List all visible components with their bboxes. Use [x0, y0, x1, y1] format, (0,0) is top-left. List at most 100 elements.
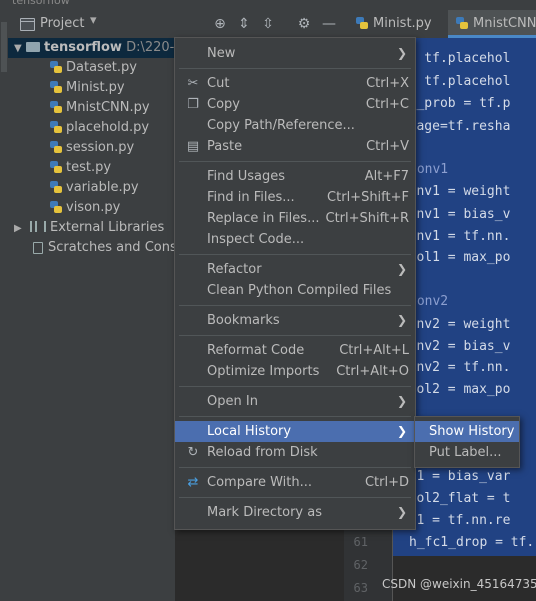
submenu-arrow-icon: ❯ — [396, 262, 407, 276]
menu-item-copy-path[interactable]: Copy Path/Reference... — [175, 115, 415, 136]
context-menu: New ❯ ✂ Cut Ctrl+X ❐ Copy Ctrl+C Copy Path/Re… — [174, 37, 416, 530]
tree-file-item[interactable]: variable.py — [50, 178, 139, 198]
scissors-icon: ✂ — [187, 76, 199, 91]
minimize-icon[interactable]: — — [320, 15, 338, 33]
file-name: session.py — [66, 140, 135, 155]
menu-separator — [179, 68, 411, 69]
python-file-icon — [50, 200, 62, 213]
menu-item-replace-in-files[interactable]: Replace in Files... Ctrl+Shift+R — [175, 208, 415, 229]
python-file-icon — [50, 80, 62, 93]
line-number: 61 — [353, 535, 368, 549]
scratches-icon — [32, 241, 44, 254]
menu-item-optimize-imports[interactable]: Optimize Imports Ctrl+Alt+O — [175, 361, 415, 382]
menu-item-label: Clean Python Compiled Files — [207, 283, 392, 298]
project-panel-title[interactable]: Project — [40, 16, 84, 31]
tab-mnistcnn[interactable]: MnistCNN — [448, 10, 536, 38]
menu-item-refactor[interactable]: Refactor ❯ — [175, 259, 415, 280]
tree-external-libraries[interactable]: ▶ External Libraries — [14, 218, 164, 238]
external-libraries-label: External Libraries — [50, 220, 165, 235]
python-file-icon — [50, 160, 62, 173]
tree-file-item[interactable]: placehold.py — [50, 118, 149, 138]
menu-item-paste[interactable]: ▤ Paste Ctrl+V — [175, 136, 415, 157]
menu-item-label: Bookmarks — [207, 313, 280, 328]
python-file-icon — [50, 60, 62, 73]
tree-root-tensorflow[interactable]: ▼ tensorflow D:\220-PI — [8, 38, 186, 59]
menu-item-bookmarks[interactable]: Bookmarks ❯ — [175, 310, 415, 331]
line-number: 62 — [353, 558, 368, 572]
python-file-icon — [50, 120, 62, 133]
submenu-item-label: Show History — [429, 424, 515, 439]
menu-item-mark-directory-as[interactable]: Mark Directory as ❯ — [175, 502, 415, 523]
menu-item-compare-with[interactable]: ⇄ Compare With... Ctrl+D — [175, 472, 415, 493]
menu-item-label: Inspect Code... — [207, 232, 305, 247]
copy-icon: ❐ — [187, 97, 199, 112]
submenu-item-show-history[interactable]: Show History — [415, 421, 519, 442]
tree-file-item[interactable]: MnistCNN.py — [50, 98, 150, 118]
menu-item-inspect-code[interactable]: Inspect Code... — [175, 229, 415, 250]
tab-minist[interactable]: Minist.py — [356, 10, 446, 38]
menu-item-find-usages[interactable]: Find Usages Alt+F7 — [175, 166, 415, 187]
menu-separator — [179, 161, 411, 162]
menu-item-reload-from-disk[interactable]: ↻ Reload from Disk — [175, 442, 415, 463]
project-panel-header: Project ▾ ⊕ ⇕ ⇳ ⚙ — — [8, 10, 344, 39]
submenu-arrow-icon: ❯ — [396, 505, 407, 519]
tree-scratches[interactable]: Scratches and Console — [32, 238, 196, 258]
editor-tab-bar: Minist.py MnistCNN — [344, 10, 536, 39]
locate-target-icon[interactable]: ⊕ — [211, 15, 229, 33]
menu-item-new[interactable]: New ❯ — [175, 43, 415, 64]
gear-icon[interactable]: ⚙ — [295, 15, 313, 33]
menu-item-label: Copy — [207, 97, 240, 112]
file-name: MnistCNN.py — [66, 100, 150, 115]
menu-item-label: Reformat Code — [207, 343, 305, 358]
submenu-arrow-icon: ❯ — [396, 46, 407, 60]
file-name: Minist.py — [66, 80, 125, 95]
expand-all-icon[interactable]: ⇕ — [235, 15, 253, 33]
tree-file-item[interactable]: vison.py — [50, 198, 120, 218]
menu-item-label: Optimize Imports — [207, 364, 320, 379]
compare-icon: ⇄ — [187, 475, 199, 490]
menu-item-shortcut: Ctrl+X — [366, 76, 409, 91]
menu-item-shortcut: Alt+F7 — [364, 169, 409, 184]
menu-item-find-in-files[interactable]: Find in Files... Ctrl+Shift+F — [175, 187, 415, 208]
python-file-icon — [356, 16, 368, 29]
python-file-icon — [50, 140, 62, 153]
submenu-arrow-icon: ❯ — [396, 394, 407, 408]
submenu-arrow-icon: ❯ — [396, 313, 407, 327]
menu-item-shortcut: Ctrl+Alt+O — [336, 364, 409, 379]
project-tool-window-button[interactable] — [1, 22, 7, 72]
tree-file-item[interactable]: session.py — [50, 138, 134, 158]
expand-arrow-icon[interactable]: ▼ — [14, 39, 26, 59]
chevron-down-icon[interactable]: ▾ — [90, 13, 97, 28]
collapse-arrow-icon[interactable]: ▶ — [14, 219, 26, 239]
reload-icon: ↻ — [187, 445, 199, 460]
menu-item-cut[interactable]: ✂ Cut Ctrl+X — [175, 73, 415, 94]
menu-item-local-history[interactable]: Local History ❯ — [175, 421, 415, 442]
menu-item-label: Local History — [207, 424, 292, 439]
tree-file-item[interactable]: Dataset.py — [50, 58, 137, 78]
menu-separator — [179, 335, 411, 336]
python-file-icon — [456, 16, 468, 29]
menu-item-shortcut: Ctrl+D — [364, 475, 409, 490]
submenu-item-put-label[interactable]: Put Label... — [415, 442, 519, 463]
menu-item-copy[interactable]: ❐ Copy Ctrl+C — [175, 94, 415, 115]
tree-file-item[interactable]: test.py — [50, 158, 111, 178]
menu-item-shortcut: Ctrl+Shift+F — [327, 190, 409, 205]
collapse-all-icon[interactable]: ⇳ — [259, 15, 277, 33]
menu-item-label: Paste — [207, 139, 243, 154]
file-name: placehold.py — [66, 120, 150, 135]
local-history-submenu: Show History Put Label... — [414, 416, 520, 468]
file-name: vison.py — [66, 200, 121, 215]
menu-item-open-in[interactable]: Open In ❯ — [175, 391, 415, 412]
tree-file-item[interactable]: Minist.py — [50, 78, 125, 98]
tab-label: MnistCNN — [473, 16, 536, 31]
menu-item-clean-compiled[interactable]: Clean Python Compiled Files — [175, 280, 415, 301]
clipboard-icon: ▤ — [186, 139, 200, 154]
menu-item-label: Replace in Files... — [207, 211, 320, 226]
menu-item-shortcut: Ctrl+Shift+R — [325, 211, 410, 226]
menu-separator — [179, 386, 411, 387]
menu-item-shortcut: Ctrl+V — [366, 139, 409, 154]
project-icon — [20, 18, 35, 31]
root-folder-name: tensorflow — [44, 40, 122, 55]
menu-item-label: New — [207, 46, 236, 61]
menu-item-reformat-code[interactable]: Reformat Code Ctrl+Alt+L — [175, 340, 415, 361]
